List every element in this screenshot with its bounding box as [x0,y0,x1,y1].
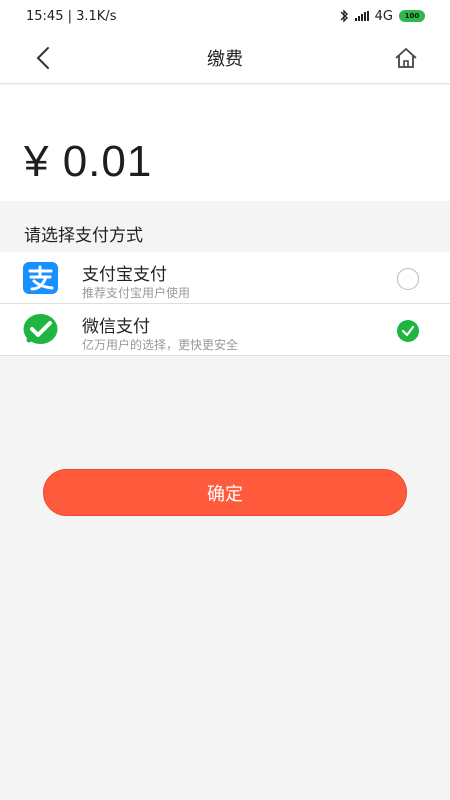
alipay-icon [23,262,58,294]
check-icon [401,325,415,337]
alipay-name: 支付宝支付 [82,265,167,285]
alipay-description: 推荐支付宝用户使用 [82,286,191,300]
battery-icon: 100 [399,10,425,22]
payment-amount: ¥ 0.01 [24,137,153,186]
status-time-speed: 15:45 | 3.1K/s [26,8,117,24]
status-icons: 4G 100 [339,9,425,24]
alipay-radio[interactable] [397,268,419,290]
wechat-pay-radio-checked[interactable] [397,320,419,342]
status-bar: 15:45 | 3.1K/s 4G 100 [0,0,450,32]
wechat-pay-icon [23,314,58,344]
network-label: 4G [374,8,393,24]
back-arrow-icon [36,47,49,69]
app-bar: 缴费 [0,32,450,84]
alipay-option[interactable]: 支付宝支付 推荐支付宝用户使用 [0,252,450,304]
wechat-pay-option[interactable]: 微信支付 亿万用户的选择，更快更安全 [0,304,450,356]
confirm-button[interactable]: 确定 [43,469,407,516]
home-button[interactable] [392,44,420,72]
wechat-pay-name: 微信支付 [82,317,150,337]
bluetooth-icon [340,9,348,23]
back-button[interactable] [30,44,56,72]
payment-method-list: 支付宝支付 推荐支付宝用户使用 微信支付 亿万用户的选择，更快更安全 [0,252,450,356]
page-title: 缴费 [207,48,243,70]
signal-icon [354,11,369,21]
home-icon [395,48,417,68]
payment-method-title: 请选择支付方式 [24,226,143,246]
wechat-pay-description: 亿万用户的选择，更快更安全 [82,338,239,352]
amount-panel: ¥ 0.01 [0,85,450,201]
